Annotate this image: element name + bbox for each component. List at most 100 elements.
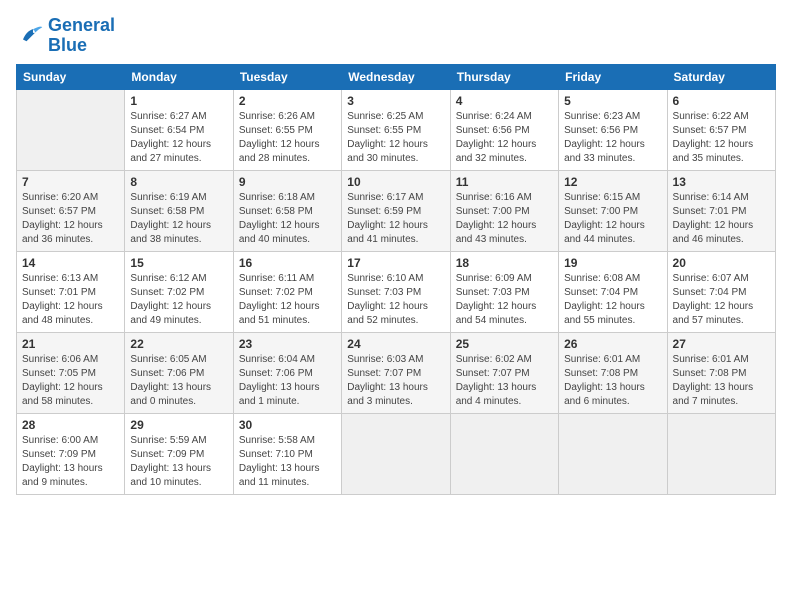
day-number: 3	[347, 94, 444, 108]
day-info: Sunrise: 6:24 AM Sunset: 6:56 PM Dayligh…	[456, 110, 553, 166]
calendar-cell	[450, 413, 558, 494]
day-number: 1	[130, 94, 227, 108]
day-info: Sunrise: 6:01 AM Sunset: 7:08 PM Dayligh…	[673, 353, 770, 409]
day-number: 26	[564, 337, 661, 351]
day-info: Sunrise: 6:25 AM Sunset: 6:55 PM Dayligh…	[347, 110, 444, 166]
calendar-cell	[342, 413, 450, 494]
day-info: Sunrise: 6:03 AM Sunset: 7:07 PM Dayligh…	[347, 353, 444, 409]
calendar-cell	[667, 413, 775, 494]
day-header-sunday: Sunday	[17, 64, 125, 89]
day-info: Sunrise: 6:06 AM Sunset: 7:05 PM Dayligh…	[22, 353, 119, 409]
day-info: Sunrise: 6:19 AM Sunset: 6:58 PM Dayligh…	[130, 191, 227, 247]
calendar-cell: 22 Sunrise: 6:05 AM Sunset: 7:06 PM Dayli…	[125, 332, 233, 413]
calendar-cell: 5 Sunrise: 6:23 AM Sunset: 6:56 PM Daylig…	[559, 89, 667, 170]
calendar-week-5: 28 Sunrise: 6:00 AM Sunset: 7:09 PM Dayli…	[17, 413, 776, 494]
day-info: Sunrise: 6:23 AM Sunset: 6:56 PM Dayligh…	[564, 110, 661, 166]
calendar-cell: 20Sunrise: 6:07 AM Sunset: 7:04 PM Dayli…	[667, 251, 775, 332]
day-number: 11	[456, 175, 553, 189]
day-header-friday: Friday	[559, 64, 667, 89]
calendar-cell: 21 Sunrise: 6:06 AM Sunset: 7:05 PM Dayli…	[17, 332, 125, 413]
day-info: Sunrise: 6:27 AM Sunset: 6:54 PM Dayligh…	[130, 110, 227, 166]
day-header-monday: Monday	[125, 64, 233, 89]
calendar-cell: 26 Sunrise: 6:01 AM Sunset: 7:08 PM Dayli…	[559, 332, 667, 413]
calendar-cell: 17 Sunrise: 6:10 AM Sunset: 7:03 PM Dayli…	[342, 251, 450, 332]
calendar-cell: 29Sunrise: 5:59 AM Sunset: 7:09 PM Dayli…	[125, 413, 233, 494]
day-number: 25	[456, 337, 553, 351]
day-number: 6	[673, 94, 770, 108]
day-number: 22	[130, 337, 227, 351]
day-number: 2	[239, 94, 336, 108]
day-number: 4	[456, 94, 553, 108]
day-info: Sunrise: 6:02 AM Sunset: 7:07 PM Dayligh…	[456, 353, 553, 409]
day-number: 14	[22, 256, 119, 270]
day-info: Sunrise: 6:14 AM Sunset: 7:01 PM Dayligh…	[673, 191, 770, 247]
day-info: Sunrise: 6:10 AM Sunset: 7:03 PM Dayligh…	[347, 272, 444, 328]
day-number: 12	[564, 175, 661, 189]
calendar-table: SundayMondayTuesdayWednesdayThursdayFrid…	[16, 64, 776, 495]
day-info: Sunrise: 5:58 AM Sunset: 7:10 PM Dayligh…	[239, 434, 336, 490]
day-number: 28	[22, 418, 119, 432]
calendar-week-3: 14 Sunrise: 6:13 AM Sunset: 7:01 PM Dayli…	[17, 251, 776, 332]
day-info: Sunrise: 6:16 AM Sunset: 7:00 PM Dayligh…	[456, 191, 553, 247]
calendar-cell: 25 Sunrise: 6:02 AM Sunset: 7:07 PM Dayli…	[450, 332, 558, 413]
logo-text: General Blue	[48, 16, 115, 56]
calendar-cell: 9 Sunrise: 6:18 AM Sunset: 6:58 PM Daylig…	[233, 170, 341, 251]
day-info: Sunrise: 6:08 AM Sunset: 7:04 PM Dayligh…	[564, 272, 661, 328]
day-number: 17	[347, 256, 444, 270]
calendar-week-4: 21 Sunrise: 6:06 AM Sunset: 7:05 PM Dayli…	[17, 332, 776, 413]
calendar-cell: 13 Sunrise: 6:14 AM Sunset: 7:01 PM Dayli…	[667, 170, 775, 251]
day-info: Sunrise: 6:05 AM Sunset: 7:06 PM Dayligh…	[130, 353, 227, 409]
day-info: Sunrise: 6:04 AM Sunset: 7:06 PM Dayligh…	[239, 353, 336, 409]
day-info: Sunrise: 6:00 AM Sunset: 7:09 PM Dayligh…	[22, 434, 119, 490]
day-number: 24	[347, 337, 444, 351]
calendar-cell: 23 Sunrise: 6:04 AM Sunset: 7:06 PM Dayli…	[233, 332, 341, 413]
day-info: Sunrise: 6:17 AM Sunset: 6:59 PM Dayligh…	[347, 191, 444, 247]
day-number: 19	[564, 256, 661, 270]
day-info: Sunrise: 6:07 AM Sunset: 7:04 PM Dayligh…	[673, 272, 770, 328]
calendar-cell: 1 Sunrise: 6:27 AM Sunset: 6:54 PM Daylig…	[125, 89, 233, 170]
day-header-thursday: Thursday	[450, 64, 558, 89]
calendar-cell	[559, 413, 667, 494]
calendar-cell: 30Sunrise: 5:58 AM Sunset: 7:10 PM Dayli…	[233, 413, 341, 494]
calendar-header-row: SundayMondayTuesdayWednesdayThursdayFrid…	[17, 64, 776, 89]
calendar-cell: 8 Sunrise: 6:19 AM Sunset: 6:58 PM Daylig…	[125, 170, 233, 251]
calendar-cell: 6 Sunrise: 6:22 AM Sunset: 6:57 PM Daylig…	[667, 89, 775, 170]
day-info: Sunrise: 6:15 AM Sunset: 7:00 PM Dayligh…	[564, 191, 661, 247]
day-number: 16	[239, 256, 336, 270]
calendar-cell: 12 Sunrise: 6:15 AM Sunset: 7:00 PM Dayli…	[559, 170, 667, 251]
day-info: Sunrise: 6:22 AM Sunset: 6:57 PM Dayligh…	[673, 110, 770, 166]
calendar-cell: 16Sunrise: 6:11 AM Sunset: 7:02 PM Dayli…	[233, 251, 341, 332]
day-info: Sunrise: 6:13 AM Sunset: 7:01 PM Dayligh…	[22, 272, 119, 328]
logo: General Blue	[16, 16, 115, 56]
page-header: General Blue	[16, 16, 776, 56]
day-number: 5	[564, 94, 661, 108]
day-number: 21	[22, 337, 119, 351]
calendar-cell: 11 Sunrise: 6:16 AM Sunset: 7:00 PM Dayli…	[450, 170, 558, 251]
logo-bird-icon	[16, 22, 44, 50]
day-info: Sunrise: 6:12 AM Sunset: 7:02 PM Dayligh…	[130, 272, 227, 328]
calendar-cell: 4 Sunrise: 6:24 AM Sunset: 6:56 PM Daylig…	[450, 89, 558, 170]
day-info: Sunrise: 6:18 AM Sunset: 6:58 PM Dayligh…	[239, 191, 336, 247]
calendar-cell: 18 Sunrise: 6:09 AM Sunset: 7:03 PM Dayli…	[450, 251, 558, 332]
calendar-cell: 7Sunrise: 6:20 AM Sunset: 6:57 PM Daylig…	[17, 170, 125, 251]
day-number: 23	[239, 337, 336, 351]
day-number: 13	[673, 175, 770, 189]
day-info: Sunrise: 6:09 AM Sunset: 7:03 PM Dayligh…	[456, 272, 553, 328]
calendar-cell: 2Sunrise: 6:26 AM Sunset: 6:55 PM Daylig…	[233, 89, 341, 170]
day-number: 9	[239, 175, 336, 189]
day-header-saturday: Saturday	[667, 64, 775, 89]
calendar-cell: 27 Sunrise: 6:01 AM Sunset: 7:08 PM Dayli…	[667, 332, 775, 413]
calendar-cell: 15 Sunrise: 6:12 AM Sunset: 7:02 PM Dayli…	[125, 251, 233, 332]
day-number: 8	[130, 175, 227, 189]
calendar-cell: 10Sunrise: 6:17 AM Sunset: 6:59 PM Dayli…	[342, 170, 450, 251]
day-number: 15	[130, 256, 227, 270]
calendar-cell: 24 Sunrise: 6:03 AM Sunset: 7:07 PM Dayli…	[342, 332, 450, 413]
day-header-tuesday: Tuesday	[233, 64, 341, 89]
day-info: Sunrise: 6:01 AM Sunset: 7:08 PM Dayligh…	[564, 353, 661, 409]
calendar-week-1: 1 Sunrise: 6:27 AM Sunset: 6:54 PM Daylig…	[17, 89, 776, 170]
calendar-cell: 28 Sunrise: 6:00 AM Sunset: 7:09 PM Dayli…	[17, 413, 125, 494]
day-number: 27	[673, 337, 770, 351]
day-number: 18	[456, 256, 553, 270]
day-info: Sunrise: 6:20 AM Sunset: 6:57 PM Dayligh…	[22, 191, 119, 247]
day-header-wednesday: Wednesday	[342, 64, 450, 89]
